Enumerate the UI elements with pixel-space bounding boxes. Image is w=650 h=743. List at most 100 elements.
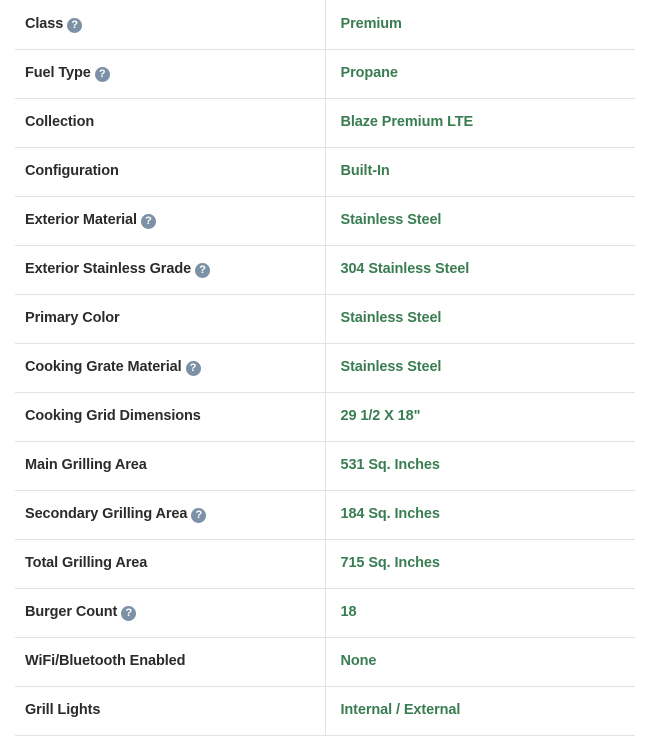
help-icon-glyph: ? [189,361,197,374]
spec-label-cell: Total Grilling Area [15,539,325,589]
table-row: Grill Lights Internal / External [15,686,635,736]
spec-label-cell: Fuel Type? [15,49,325,99]
spec-value-cell: 184 Sq. Inches [324,490,635,540]
spec-value-cell: 531 Sq. Inches [324,441,635,491]
spec-label-text: Fuel Type [25,65,91,82]
help-question-icon[interactable]: ? [185,361,201,377]
spec-value: Blaze Premium LTE [340,113,474,130]
table-row: Exterior Stainless Grade? 304 Stainless S… [15,245,635,295]
spec-value: Stainless Steel [340,309,442,326]
spec-value-cell: Blaze Premium LTE [324,98,635,148]
spec-value-cell: 18 [324,588,635,638]
spec-label-cell: Cooking Grid Dimensions [15,392,325,442]
table-row: Fuel Type? Propane [15,49,635,99]
spec-value: Internal / External [340,701,461,718]
spec-value-cell: Built-In [324,147,635,197]
spec-label-cell: Cooking Grate Material? [15,343,325,393]
spec-value-cell: Internal / External [324,686,635,736]
table-row: Burger Count? 18 [15,588,635,638]
spec-label-text: Total Grilling Area [25,555,148,572]
spec-value-cell: 304 Stainless Steel [324,245,635,295]
spec-value: Propane [340,64,398,81]
spec-label: Class? [25,16,83,34]
help-question-icon[interactable]: ? [191,508,207,524]
spec-label: WiFi/Bluetooth Enabled [25,653,185,670]
spec-value: 184 Sq. Inches [340,505,440,522]
spec-value: 715 Sq. Inches [340,554,440,571]
spec-label: Grill Lights [25,702,100,719]
spec-label-text: WiFi/Bluetooth Enabled [25,653,186,670]
spec-label-text: Class [25,16,64,33]
spec-label-text: Secondary Grilling Area [25,506,188,523]
spec-label-text: Main Grilling Area [25,457,147,474]
table-row: Cooking Grid Dimensions 29 1/2 X 18" [15,392,635,442]
table-row: Cooking Grate Material? Stainless Steel [15,343,635,393]
spec-label: Primary Color [25,310,120,327]
spec-label-text: Exterior Material [25,212,137,229]
spec-label-cell: Grill Lights [15,686,325,736]
help-question-icon[interactable]: ? [195,263,211,279]
spec-label-cell: WiFi/Bluetooth Enabled [15,637,325,687]
help-icon-glyph: ? [125,606,133,619]
spec-label: Fuel Type? [25,65,110,83]
spec-label-text: Grill Lights [25,702,101,719]
spec-label-cell: Exterior Stainless Grade? [15,245,325,295]
spec-value-cell: Propane [324,49,635,99]
spec-label-cell: Main Grilling Area [15,441,325,491]
specifications-panel: Class? Premium Fuel Type? Propane Collection… [0,0,650,736]
spec-label-cell: Secondary Grilling Area? [15,490,325,540]
table-row: WiFi/Bluetooth Enabled None [15,637,635,687]
help-icon-glyph: ? [195,508,203,521]
spec-label: Configuration [25,163,119,180]
spec-label-text: Configuration [25,163,119,180]
table-row: Exterior Material? Stainless Steel [15,196,635,246]
table-row: Collection Blaze Premium LTE [15,98,635,148]
spec-value-cell: Premium [324,0,635,50]
spec-value: 18 [340,603,357,620]
spec-value-cell: 29 1/2 X 18" [324,392,635,442]
help-question-icon[interactable]: ? [140,214,156,230]
spec-label-cell: Class? [15,0,325,50]
spec-value-cell: Stainless Steel [324,294,635,344]
spec-label-text: Cooking Grate Material [25,359,182,376]
spec-label: Collection [25,114,94,131]
spec-label: Secondary Grilling Area? [25,506,207,524]
spec-label: Burger Count? [25,604,137,622]
spec-label: Cooking Grate Material? [25,359,201,377]
product-specifications-table: Class? Premium Fuel Type? Propane Collection… [15,0,635,736]
spec-value-cell: 715 Sq. Inches [324,539,635,589]
help-question-icon[interactable]: ? [94,67,110,83]
spec-label-cell: Collection [15,98,325,148]
spec-label-cell: Configuration [15,147,325,197]
spec-label-text: Cooking Grid Dimensions [25,408,201,425]
spec-value-cell: Stainless Steel [324,343,635,393]
help-icon-glyph: ? [98,67,106,80]
spec-label-cell: Primary Color [15,294,325,344]
spec-label-text: Primary Color [25,310,120,327]
spec-value: Stainless Steel [340,358,442,375]
table-row: Main Grilling Area 531 Sq. Inches [15,441,635,491]
spec-label-cell: Burger Count? [15,588,325,638]
spec-label: Exterior Material? [25,212,156,230]
table-row: Secondary Grilling Area? 184 Sq. Inches [15,490,635,540]
table-row: Class? Premium [15,0,635,50]
table-row: Primary Color Stainless Steel [15,294,635,344]
spec-label-cell: Exterior Material? [15,196,325,246]
spec-label: Total Grilling Area [25,555,147,572]
spec-label: Cooking Grid Dimensions [25,408,201,425]
spec-value: 29 1/2 X 18" [340,407,421,424]
spec-label-text: Burger Count [25,604,118,621]
spec-value: Stainless Steel [340,211,442,228]
help-icon-glyph: ? [145,214,152,227]
help-icon-glyph: ? [71,18,79,31]
spec-label-text: Collection [25,114,95,131]
spec-value: 531 Sq. Inches [340,456,440,473]
spec-label: Exterior Stainless Grade? [25,261,211,279]
spec-value-cell: Stainless Steel [324,196,635,246]
spec-label: Main Grilling Area [25,457,147,474]
spec-value: 304 Stainless Steel [340,260,470,277]
spec-value: Premium [340,15,402,32]
help-question-icon[interactable]: ? [121,606,137,622]
spec-value: None [340,652,377,669]
help-question-icon[interactable]: ? [67,18,83,34]
